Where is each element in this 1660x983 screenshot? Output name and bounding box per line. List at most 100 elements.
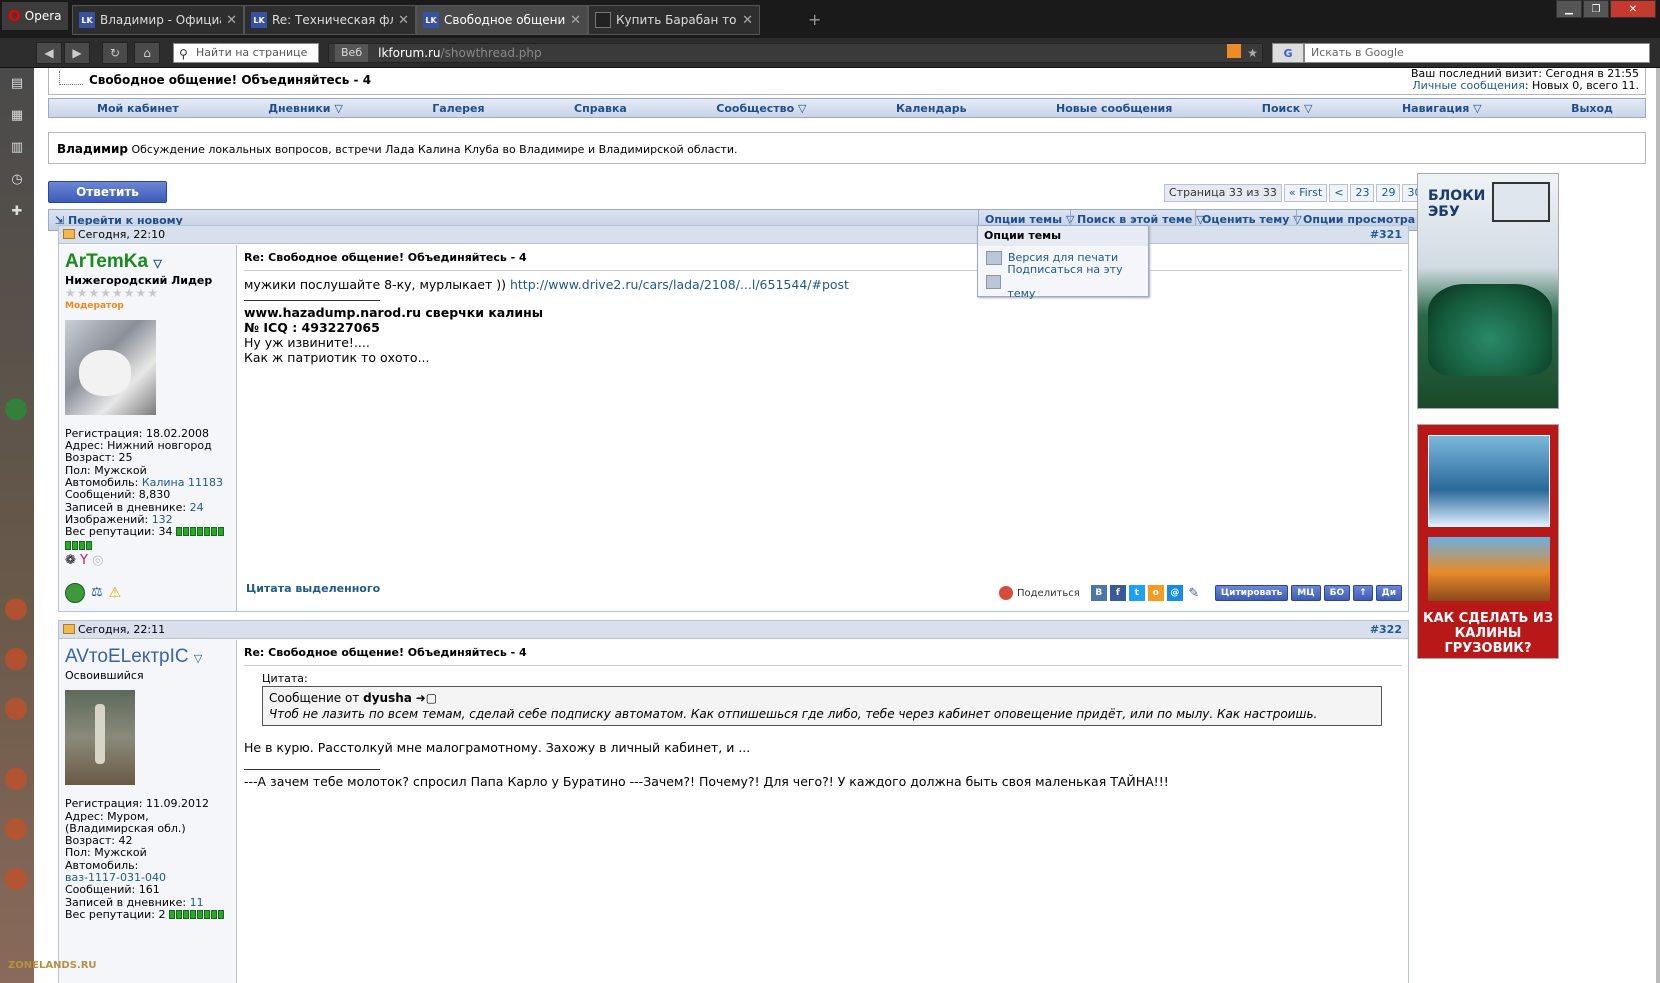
view-post-icon[interactable]: ➜▢: [416, 691, 437, 705]
reputation-bar: [168, 909, 225, 922]
back-icon[interactable]: ◀: [36, 42, 62, 64]
dock-app-icon[interactable]: [5, 818, 27, 840]
url-domain: lkforum.ru: [378, 46, 441, 60]
close-tab-icon[interactable]: ✕: [742, 13, 753, 28]
nav-search[interactable]: Поиск ▽: [1262, 102, 1313, 115]
post-number[interactable]: #321: [1370, 226, 1402, 244]
post-322: Сегодня, 22:11 #322 AVтоELектрIC ▽ Освоив…: [58, 620, 1409, 983]
images-link[interactable]: 132: [152, 513, 173, 526]
tab-1[interactable]: LKВладимир - Официа...✕: [72, 5, 244, 35]
dock-item-icon[interactable]: ▤: [8, 76, 26, 94]
dock-app-icon[interactable]: [5, 768, 27, 790]
close-tab-icon[interactable]: ✕: [226, 13, 237, 28]
avatar[interactable]: [65, 690, 135, 786]
reputation-bar: [65, 540, 93, 553]
find-in-page-input[interactable]: ⚲ Найти на странице: [173, 43, 319, 63]
report-warning-icon[interactable]: ⚠: [109, 586, 122, 600]
signature-line: www.hazadump.narod.ru сверчки калины: [244, 305, 544, 320]
livejournal-icon[interactable]: ✎: [1186, 585, 1202, 601]
reload-icon[interactable]: ↻: [102, 42, 128, 64]
nav-diaries[interactable]: Дневники ▽: [268, 102, 343, 115]
dock-app-icon[interactable]: [5, 868, 27, 890]
forward-icon[interactable]: ▶: [64, 42, 90, 64]
facebook-icon[interactable]: f: [1109, 585, 1126, 601]
post-number[interactable]: #322: [1370, 621, 1402, 639]
bookmark-star-icon[interactable]: ★: [1247, 44, 1258, 62]
restore-icon[interactable]: ❐: [1583, 0, 1609, 18]
dock-item-icon[interactable]: ▥: [8, 140, 26, 158]
dock-app-icon[interactable]: [5, 698, 27, 720]
close-tab-icon[interactable]: ✕: [398, 13, 409, 28]
user-car-link[interactable]: Калина 11183: [142, 476, 223, 489]
avatar[interactable]: [65, 319, 156, 415]
mailru-icon[interactable]: @: [1166, 585, 1183, 601]
url-field[interactable]: Веб lkforum.ru/showthread.php ★: [328, 43, 1263, 63]
nav-gallery[interactable]: Галерея: [432, 102, 484, 115]
award-icon: ❁: [65, 552, 76, 568]
quick-reply-button[interactable]: БО: [1323, 585, 1351, 601]
first-page-link[interactable]: « First: [1283, 184, 1328, 202]
car-image: [1428, 284, 1552, 376]
scrollbar-edge[interactable]: [1656, 68, 1660, 983]
close-window-icon[interactable]: ✕: [1610, 0, 1656, 18]
tab-4[interactable]: Купить Барабан торм...✕: [588, 5, 760, 35]
google-engine-icon[interactable]: G: [1272, 43, 1304, 63]
quote-author: dyusha: [363, 691, 412, 705]
diary-link[interactable]: 11: [190, 896, 204, 909]
nav-my-cabinet[interactable]: Мой кабинет: [97, 102, 179, 115]
speed-dial-icon[interactable]: ⌂: [134, 42, 160, 64]
dock-app-icon[interactable]: [5, 648, 27, 670]
nav-logout[interactable]: Выход: [1571, 102, 1613, 115]
user-car-link[interactable]: ваз-1117-031-040: [65, 871, 166, 884]
opera-menu-button[interactable]: O Opera: [2, 2, 68, 30]
username[interactable]: AVтоELектрIC ▽: [65, 646, 230, 670]
post-title: Re: Свободное общение! Объединяйтесь - 4: [244, 640, 1402, 666]
dock-app-icon[interactable]: [5, 598, 27, 620]
private-messages-link[interactable]: Личные сообщения: [1412, 79, 1524, 92]
online-status-icon[interactable]: [65, 583, 85, 603]
ad-title: КАК СДЕЛАТЬ ИЗ КАЛИНЫ ГРУЗОВИК?: [1422, 611, 1554, 656]
quote-button[interactable]: Цитировать: [1214, 585, 1289, 601]
twitter-icon[interactable]: t: [1128, 585, 1145, 601]
nav-navigation[interactable]: Навигация ▽: [1402, 102, 1482, 115]
prev-page-link[interactable]: <: [1329, 184, 1349, 202]
page-link[interactable]: 29: [1376, 184, 1401, 202]
tab-3-active[interactable]: LKСвободное общение!...✕: [416, 5, 588, 35]
quote-selected-link[interactable]: Цитата выделенного: [246, 582, 380, 595]
minimize-icon[interactable]: ▁: [1556, 0, 1582, 18]
nav-help[interactable]: Справка: [574, 102, 627, 115]
subscribe-item[interactable]: Подписаться на эту тему: [978, 263, 1148, 300]
dock-app-icon[interactable]: [5, 398, 27, 420]
signature-separator: [244, 300, 380, 301]
scales-icon[interactable]: ⚖: [91, 586, 103, 599]
rss-icon[interactable]: [1227, 44, 1242, 58]
username[interactable]: ArTemKa ▽: [65, 251, 230, 275]
ad-ecu-blocks[interactable]: БЛОКИ ЭБУ: [1417, 173, 1559, 409]
new-tab-icon[interactable]: +: [808, 10, 821, 29]
post-message: Не в курю. Расстолкуй мне малограмотному…: [244, 740, 1402, 789]
scroll-up-button[interactable]: ↑: [1353, 585, 1373, 601]
diary-button[interactable]: Ди: [1375, 585, 1402, 601]
drive2-link[interactable]: http://www.drive2.ru/cars/lada/2108/...l…: [510, 277, 849, 292]
nav-calendar[interactable]: Календарь: [896, 102, 967, 115]
reply-button[interactable]: Ответить: [48, 181, 167, 203]
google-search-input[interactable]: Искать в Google: [1304, 43, 1650, 63]
ad-kalina-truck[interactable]: КАК СДЕЛАТЬ ИЗ КАЛИНЫ ГРУЗОВИК?: [1417, 424, 1559, 659]
add-icon[interactable]: ✚: [8, 204, 26, 222]
post-321: Сегодня, 22:10 #321 ArTemKa ▽ Нижегородск…: [58, 225, 1409, 612]
multiquote-button[interactable]: МЦ: [1291, 585, 1321, 601]
tab-2[interactable]: LKRe: Техническая флу...✕: [244, 5, 416, 35]
vk-icon[interactable]: B: [1090, 585, 1107, 601]
odnoklassniki-icon[interactable]: o: [1147, 585, 1164, 601]
diary-link[interactable]: 24: [190, 501, 204, 514]
dock-item-icon[interactable]: ▦: [8, 108, 26, 126]
page-link[interactable]: 23: [1350, 184, 1375, 202]
clock-icon[interactable]: ◷: [8, 172, 26, 190]
nav-community[interactable]: Сообщество ▽: [716, 102, 806, 115]
post-message: мужики послушайте 8-ку, мурлыкает )) htt…: [244, 277, 1402, 365]
share-button[interactable]: Поделиться: [998, 586, 1080, 600]
close-tab-icon[interactable]: ✕: [570, 13, 581, 28]
nav-new-posts[interactable]: Новые сообщения: [1056, 102, 1172, 115]
thread-header: Свободное общение! Объединяйтесь - 4 Ваш…: [48, 68, 1646, 95]
ad-title: БЛОКИ ЭБУ: [1428, 188, 1486, 220]
